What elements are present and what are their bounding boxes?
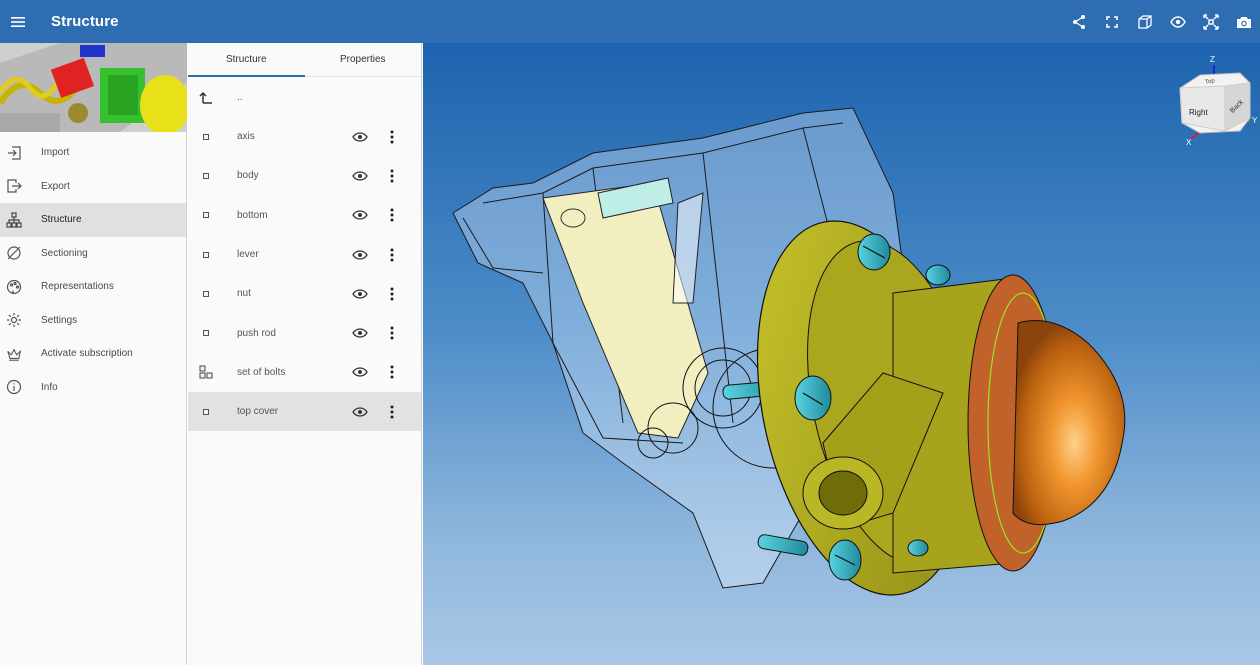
part-icon [198,247,214,263]
drawer-item-structure[interactable]: Structure [0,203,186,237]
list-item-label: set of bolts [237,366,286,378]
info-icon [6,379,22,395]
model-thumbnail [0,43,187,132]
app-bar: Structure [0,0,1260,43]
crown-icon [6,346,22,362]
list-item-bottom[interactable]: bottom [188,196,421,235]
level-up-icon [198,89,214,105]
part-icon [198,404,214,420]
axis-y-label: Y [1252,116,1258,125]
list-item-label: axis [237,131,255,143]
list-item-body[interactable]: body [188,156,421,195]
panel-tabs: Structure Properties [188,43,421,77]
part-icon [198,207,214,223]
list-item-label: body [237,170,259,182]
more-vert-icon[interactable] [385,246,399,264]
drawer-item-label: Activate subscription [41,348,133,360]
3d-viewport[interactable]: Right Back Top X Y Z [423,43,1260,665]
list-item-label: top cover [237,406,279,418]
more-vert-icon[interactable] [385,206,399,224]
camera-icon[interactable] [1227,0,1260,43]
drawer-item-label: Import [41,147,70,159]
axis-x-label: X [1186,138,1192,147]
parent-level-row[interactable]: .. [188,77,421,117]
more-vert-icon[interactable] [385,167,399,185]
tab-structure[interactable]: Structure [188,43,305,77]
toolbar-actions [1062,0,1260,43]
import-icon [6,145,22,161]
menu-icon[interactable] [4,0,32,43]
list-item-label: bottom [237,209,268,221]
navigation-cube[interactable]: Right Back Top X Y Z [1170,53,1260,148]
page-title: Structure [51,13,119,30]
cad-model[interactable] [423,43,1260,665]
list-item-nut[interactable]: nut [188,274,421,313]
visibility-toggle-icon[interactable] [351,324,369,342]
push-rod-dome [1012,320,1126,526]
drawer-item-import[interactable]: Import [0,136,186,170]
drawer-item-info[interactable]: Info [0,371,186,405]
representations-icon [6,279,22,295]
visibility-toggle-icon[interactable] [351,167,369,185]
list-item-lever[interactable]: lever [188,235,421,274]
structure-panel: Structure Properties .. axis body bottom [188,43,422,665]
visibility-toggle-icon[interactable] [351,363,369,381]
drawer-item-label: Info [41,381,58,393]
drawer-item-label: Sectioning [41,247,88,259]
part-icon [198,286,214,302]
drawer-item-settings[interactable]: Settings [0,304,186,338]
gear-icon [6,312,22,328]
perspective-cube-icon[interactable] [1128,0,1161,43]
parent-level-label: .. [237,91,243,103]
explode-icon[interactable] [1194,0,1227,43]
drawer-item-export[interactable]: Export [0,170,186,204]
more-vert-icon[interactable] [385,363,399,381]
more-vert-icon[interactable] [385,403,399,421]
share-icon[interactable] [1062,0,1095,43]
drawer-item-representations[interactable]: Representations [0,270,186,304]
list-item-axis[interactable]: axis [188,117,421,156]
list-item-label: nut [237,288,251,300]
list-item-set-of-bolts[interactable]: set of bolts [188,353,421,392]
export-icon [6,178,22,194]
sectioning-icon [6,245,22,261]
more-vert-icon[interactable] [385,285,399,303]
structure-list: .. axis body bottom lever nut push rod s… [188,77,421,432]
visibility-toggle-icon[interactable] [351,285,369,303]
list-item-push-rod[interactable]: push rod [188,313,421,352]
drawer-item-label: Settings [41,314,78,326]
axis-z-label: Z [1210,55,1215,64]
visibility-toggle-icon[interactable] [351,403,369,421]
list-item-label: lever [237,249,259,261]
navigation-drawer: Import Export Structure Sectioning Repre… [0,43,187,665]
list-item-top-cover[interactable]: top cover [188,392,421,432]
drawer-item-sectioning[interactable]: Sectioning [0,237,186,271]
assembly-icon [198,364,214,380]
fit-view-icon[interactable] [1095,0,1128,43]
part-icon [198,129,214,145]
more-vert-icon[interactable] [385,324,399,342]
more-vert-icon[interactable] [385,128,399,146]
visibility-toggle-icon[interactable] [351,246,369,264]
cube-face-right[interactable]: Right [1189,108,1208,117]
list-item-label: push rod [237,327,276,339]
drawer-item-label: Export [41,180,70,192]
visibility-icon[interactable] [1161,0,1194,43]
drawer-item-label: Structure [41,214,82,226]
part-icon [198,325,214,341]
visibility-toggle-icon[interactable] [351,128,369,146]
drawer-item-activate-subscription[interactable]: Activate subscription [0,337,186,371]
visibility-toggle-icon[interactable] [351,206,369,224]
drawer-item-label: Representations [41,281,114,293]
structure-tree-icon [6,212,22,228]
tab-properties[interactable]: Properties [305,43,422,76]
part-icon [198,168,214,184]
